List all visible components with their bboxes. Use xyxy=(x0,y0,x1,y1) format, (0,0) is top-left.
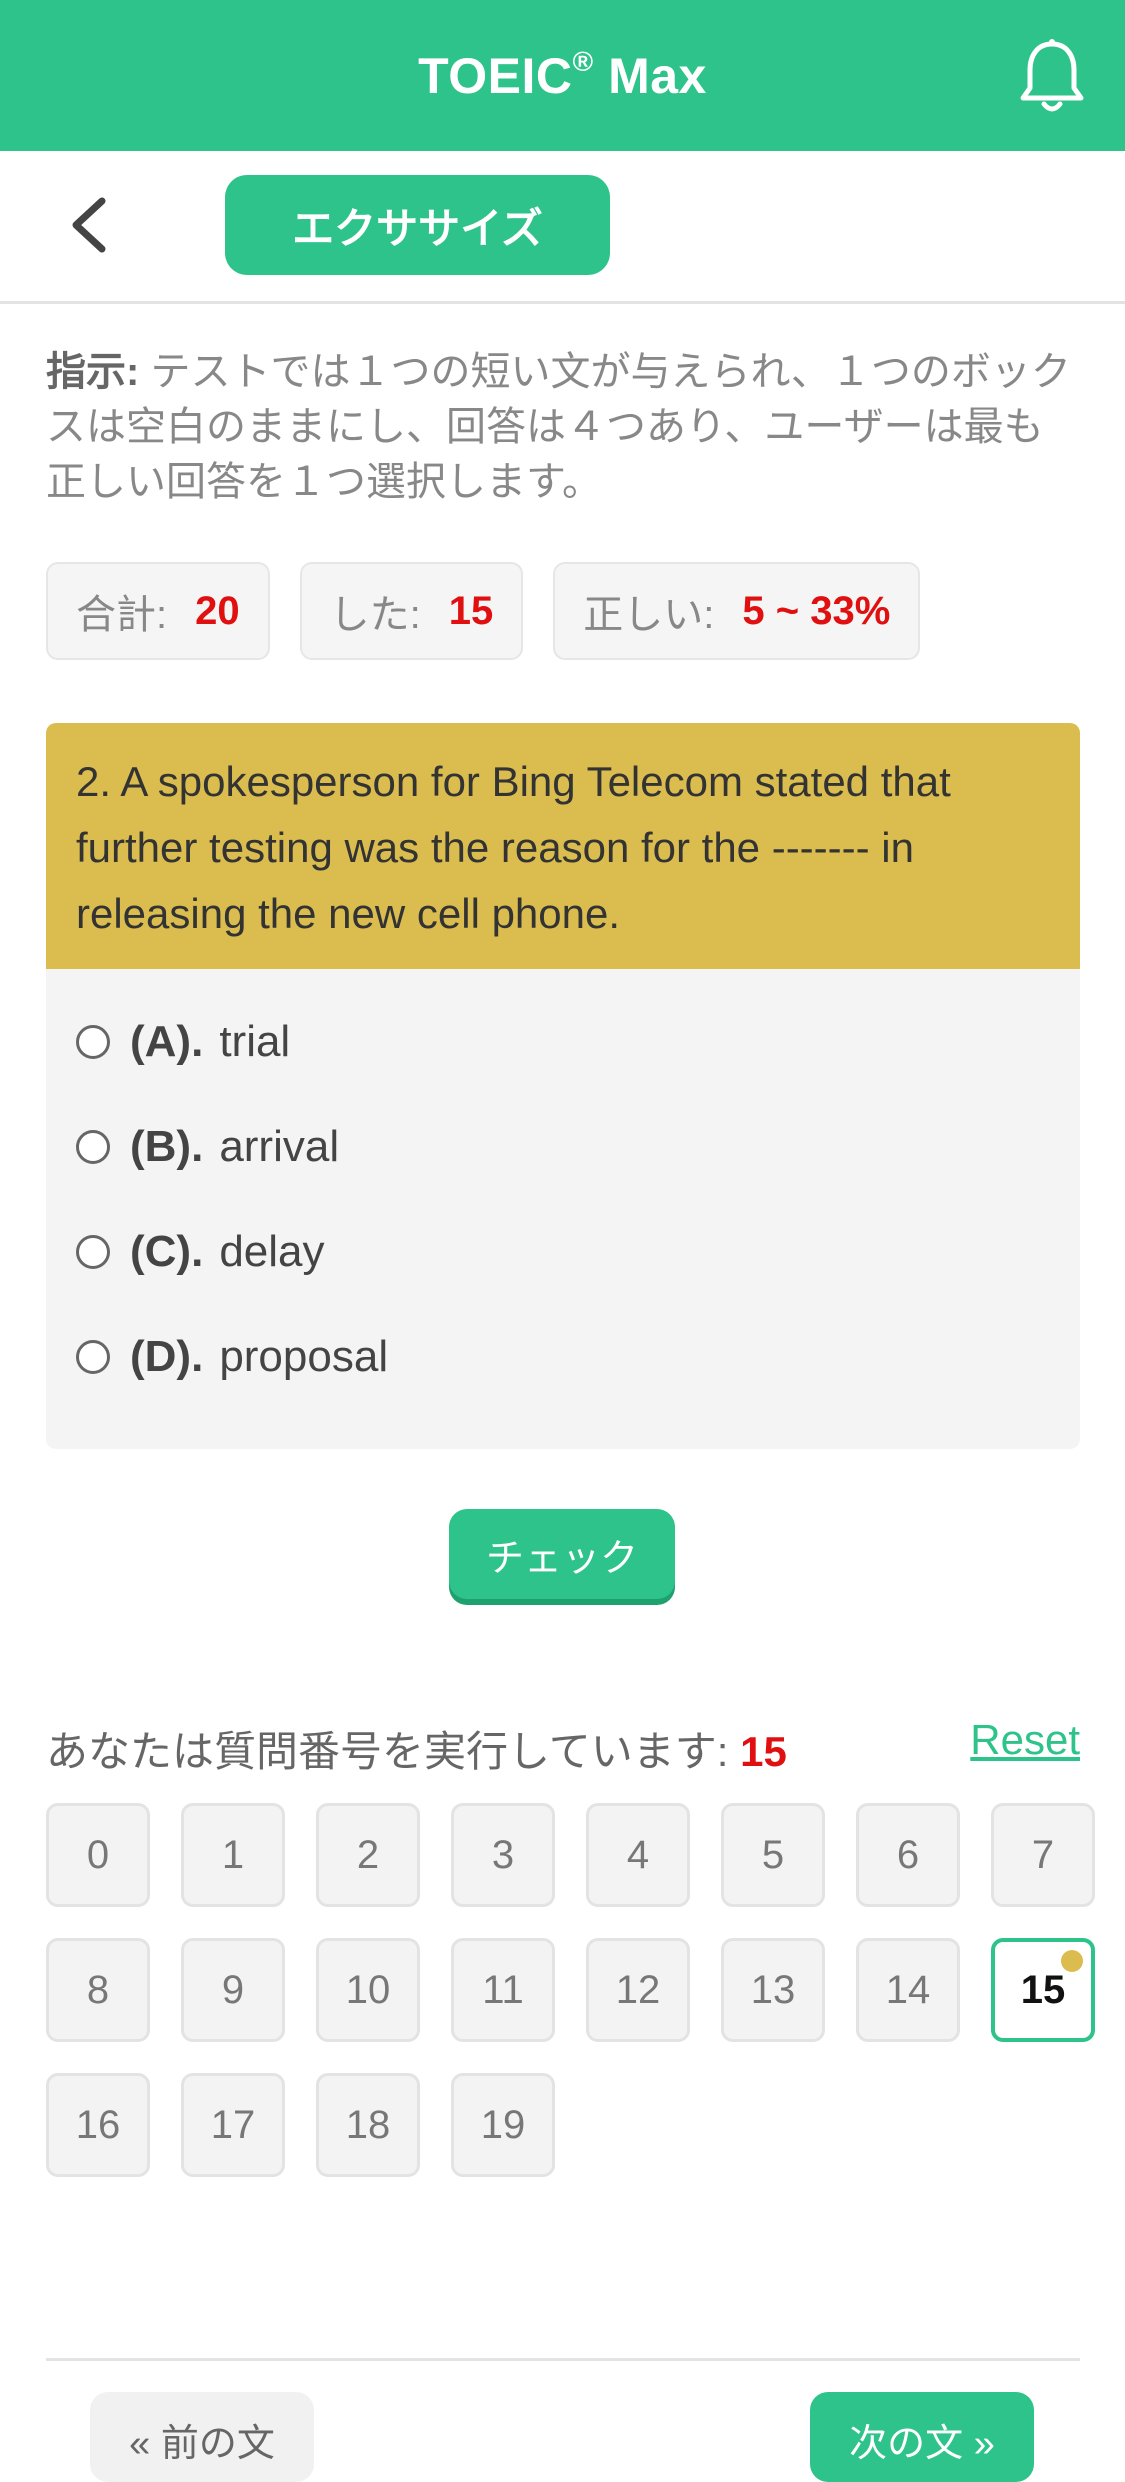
stat-done-label: した: xyxy=(329,593,421,637)
bell-icon[interactable] xyxy=(1017,36,1087,116)
radio-button[interactable] xyxy=(76,1129,110,1164)
question-cell-17[interactable]: 17 xyxy=(181,2073,285,2177)
sub-header: エクササイズ xyxy=(0,151,1125,304)
stat-correct-value: 5 ~ 33% xyxy=(742,588,891,633)
question-cell-10[interactable]: 10 xyxy=(316,1938,420,2042)
answer-options: (A). trial (B). arrival (C). delay (D). … xyxy=(46,969,1080,1449)
instruction-body: テストでは１つの短い文が与えられ、１つのボックスは空白のままにし、回答は４つあり… xyxy=(46,350,1071,504)
option-letter: (B). xyxy=(130,1121,204,1171)
app-title: TOEIC® Max xyxy=(418,46,707,104)
progress-current: 15 xyxy=(740,1728,787,1775)
option-text: trial xyxy=(219,1016,291,1066)
question-cell-15[interactable]: 15 xyxy=(991,1938,1095,2042)
radio-button[interactable] xyxy=(76,1339,110,1374)
chevron-left-icon[interactable] xyxy=(62,195,122,255)
check-button[interactable]: チェック xyxy=(449,1509,675,1599)
stat-total-label: 合計: xyxy=(76,593,168,637)
question-cell-13[interactable]: 13 xyxy=(721,1938,825,2042)
stat-total: 合計: 20 xyxy=(46,562,270,660)
option-c[interactable]: (C). delay xyxy=(46,1199,1080,1304)
question-cell-4[interactable]: 4 xyxy=(586,1803,690,1907)
instruction-label: 指示: xyxy=(46,350,140,394)
question-cell-3[interactable]: 3 xyxy=(451,1803,555,1907)
question-cell-19[interactable]: 19 xyxy=(451,2073,555,2177)
radio-button[interactable] xyxy=(76,1024,110,1059)
question-cell-14[interactable]: 14 xyxy=(856,1938,960,2042)
option-letter: (C). xyxy=(130,1226,204,1276)
question-cell-11[interactable]: 11 xyxy=(451,1938,555,2042)
question-cell-1[interactable]: 1 xyxy=(181,1803,285,1907)
stat-total-value: 20 xyxy=(195,588,240,633)
reset-link[interactable]: Reset xyxy=(970,1716,1080,1764)
option-letter: (D). xyxy=(130,1331,204,1381)
prev-sentence-button[interactable]: « 前の文 xyxy=(90,2392,314,2482)
question-cell-8[interactable]: 8 xyxy=(46,1938,150,2042)
option-text: proposal xyxy=(219,1331,389,1381)
question-cell-16[interactable]: 16 xyxy=(46,2073,150,2177)
question-cell-5[interactable]: 5 xyxy=(721,1803,825,1907)
question-cell-7[interactable]: 7 xyxy=(991,1803,1095,1907)
stats-row: 合計: 20 した: 15 正しい: 5 ~ 33% xyxy=(46,562,921,660)
option-a[interactable]: (A). trial xyxy=(46,989,1080,1094)
stat-correct-label: 正しい: xyxy=(583,593,715,637)
question-text: 2. A spokesperson for Bing Telecom state… xyxy=(46,723,1080,969)
question-cell-0[interactable]: 0 xyxy=(46,1803,150,1907)
instruction-text: 指示: テストでは１つの短い文が与えられ、１つのボックスは空白のままにし、回答は… xyxy=(46,345,1076,510)
app-header: TOEIC® Max xyxy=(0,0,1125,151)
radio-button[interactable] xyxy=(76,1234,110,1269)
option-b[interactable]: (B). arrival xyxy=(46,1094,1080,1199)
progress-label: あなたは質問番号を実行しています: 15 xyxy=(46,1718,787,1779)
stat-done: した: 15 xyxy=(299,562,524,660)
stat-correct: 正しい: 5 ~ 33% xyxy=(553,562,921,660)
progress-text: あなたは質問番号を実行しています: xyxy=(46,1728,741,1775)
question-grid: 0 1 2 3 4 5 6 7 8 9 10 11 12 13 14 15 16… xyxy=(46,1803,1125,2208)
exercise-tab[interactable]: エクササイズ xyxy=(225,175,610,275)
question-cell-9[interactable]: 9 xyxy=(181,1938,285,2042)
question-cell-12[interactable]: 12 xyxy=(586,1938,690,2042)
option-letter: (A). xyxy=(130,1016,204,1066)
option-text: arrival xyxy=(219,1121,340,1171)
question-cell-label: 15 xyxy=(1020,1967,1066,2012)
divider xyxy=(46,2358,1080,2361)
question-cell-2[interactable]: 2 xyxy=(316,1803,420,1907)
question-cell-18[interactable]: 18 xyxy=(316,2073,420,2177)
option-d[interactable]: (D). proposal xyxy=(46,1304,1080,1409)
stat-done-value: 15 xyxy=(448,588,494,633)
option-text: delay xyxy=(219,1226,325,1276)
current-indicator-dot xyxy=(1061,1950,1083,1972)
next-sentence-button[interactable]: 次の文 » xyxy=(810,2392,1034,2482)
question-cell-6[interactable]: 6 xyxy=(856,1803,960,1907)
